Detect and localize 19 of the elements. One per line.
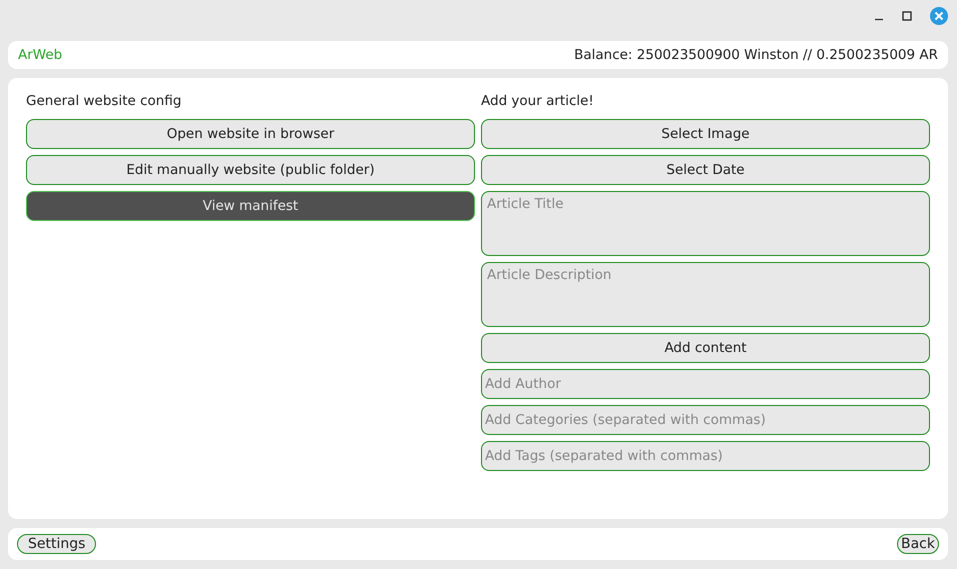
balance-text: Balance: 250023500900 Winston // 0.2500235009 AR [574,47,938,63]
maximize-icon[interactable] [902,11,912,21]
action-button[interactable]: Add content [481,333,930,363]
action-button[interactable]: View manifest [26,191,475,221]
action-button[interactable]: Select Image [481,119,930,149]
text-area[interactable]: Article Description [481,262,930,327]
app-name: ArWeb [18,47,62,63]
action-button[interactable]: Edit manually website (public folder) [26,155,475,185]
action-button[interactable]: Select Date [481,155,930,185]
action-button[interactable]: Open website in browser [26,119,475,149]
close-icon[interactable] [930,7,948,25]
back-button[interactable]: Back [897,534,939,554]
input-field[interactable]: Add Categories (separated with commas) [481,405,930,435]
section-heading: Add your article! [481,92,594,111]
input-field[interactable]: Add Author [481,369,930,399]
text-area[interactable]: Article Title [481,191,930,256]
settings-button[interactable]: Settings [17,534,96,554]
input-field[interactable]: Add Tags (separated with commas) [481,441,930,471]
section-heading: General website config [26,92,182,111]
